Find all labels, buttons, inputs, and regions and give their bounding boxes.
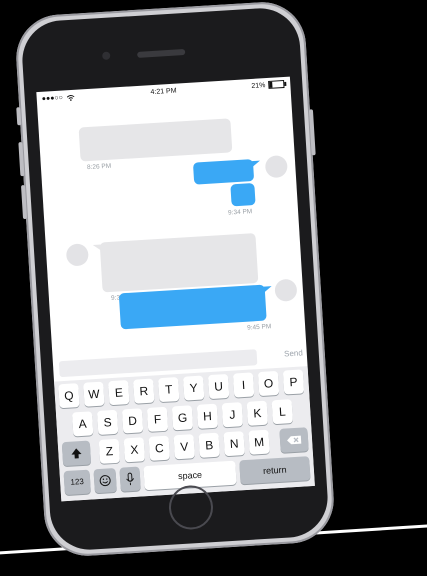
- phone-bezel: ●●●○○ 4:21 PM 21% 8:26 PM 9:34 PM 9:38 9…: [20, 6, 330, 552]
- key-y[interactable]: Y: [182, 375, 205, 401]
- key-a[interactable]: A: [71, 411, 94, 437]
- power-button: [308, 109, 316, 156]
- key-t[interactable]: T: [158, 377, 180, 403]
- earpiece-speaker: [137, 48, 186, 58]
- battery-percent: 21%: [251, 81, 266, 90]
- key-w[interactable]: W: [83, 381, 105, 407]
- key-u[interactable]: U: [207, 373, 230, 400]
- key-h[interactable]: H: [196, 403, 219, 429]
- message-timestamp: 9:45 PM: [246, 323, 272, 332]
- return-key[interactable]: return: [239, 456, 311, 485]
- key-d[interactable]: D: [121, 408, 144, 434]
- numbers-key[interactable]: 123: [63, 469, 91, 496]
- key-f[interactable]: F: [146, 406, 169, 432]
- conversation[interactable]: 8:26 PM 9:34 PM 9:38 PM 9:45 PM: [37, 95, 306, 364]
- volume-down-button: [20, 184, 28, 220]
- key-z[interactable]: Z: [98, 438, 121, 464]
- key-g[interactable]: G: [171, 405, 194, 431]
- battery-fill: [269, 81, 273, 88]
- mute-switch: [16, 107, 22, 126]
- emoji-key[interactable]: [93, 467, 117, 494]
- battery-icon: [268, 79, 285, 89]
- dictation-key[interactable]: [119, 466, 141, 492]
- shift-icon: [71, 448, 82, 459]
- sent-bubble[interactable]: [192, 159, 255, 185]
- emoji-icon: [99, 475, 111, 487]
- received-bubble[interactable]: [78, 118, 233, 162]
- key-n[interactable]: N: [223, 431, 245, 457]
- key-l[interactable]: L: [271, 399, 294, 425]
- key-k[interactable]: K: [246, 400, 269, 426]
- contact-avatar: [65, 243, 89, 267]
- microphone-icon: [126, 472, 134, 486]
- key-j[interactable]: J: [221, 402, 244, 428]
- screen: ●●●○○ 4:21 PM 21% 8:26 PM 9:34 PM 9:38 9…: [36, 76, 315, 502]
- key-p[interactable]: P: [282, 369, 305, 395]
- message-timestamp: 8:26 PM: [86, 162, 112, 172]
- status-right: 21%: [251, 79, 285, 90]
- message-timestamp: 9:34 PM: [227, 208, 253, 217]
- key-m[interactable]: M: [248, 429, 270, 455]
- key-b[interactable]: B: [198, 432, 220, 458]
- delete-icon: [287, 435, 302, 445]
- sender-avatar: [274, 278, 298, 302]
- received-bubble-tail: [92, 244, 102, 251]
- key-v[interactable]: V: [173, 434, 195, 460]
- key-r[interactable]: R: [133, 378, 155, 404]
- key-q[interactable]: Q: [58, 383, 80, 409]
- volume-up-button: [18, 142, 25, 177]
- delete-key[interactable]: [279, 427, 309, 453]
- shift-key[interactable]: [61, 440, 92, 467]
- key-s[interactable]: S: [96, 409, 119, 435]
- keyboard: QWERTYUIOP ASDFGHJKL ZXCVBNM 123 space r…: [54, 366, 315, 502]
- send-button[interactable]: Send: [284, 348, 303, 358]
- key-c[interactable]: C: [148, 435, 171, 461]
- key-e[interactable]: E: [108, 380, 130, 406]
- phone-frame: ●●●○○ 4:21 PM 21% 8:26 PM 9:34 PM 9:38 9…: [13, 0, 337, 559]
- sent-bubble-tail: [263, 286, 272, 293]
- sent-bubble-tail: [251, 160, 261, 168]
- sent-bubble[interactable]: [118, 284, 267, 330]
- received-bubble[interactable]: [99, 233, 259, 293]
- key-i[interactable]: I: [232, 372, 255, 398]
- key-x[interactable]: X: [123, 437, 146, 463]
- front-camera: [102, 51, 111, 61]
- sent-bubble[interactable]: [230, 182, 256, 207]
- key-o[interactable]: O: [257, 370, 280, 397]
- sender-avatar: [264, 154, 288, 179]
